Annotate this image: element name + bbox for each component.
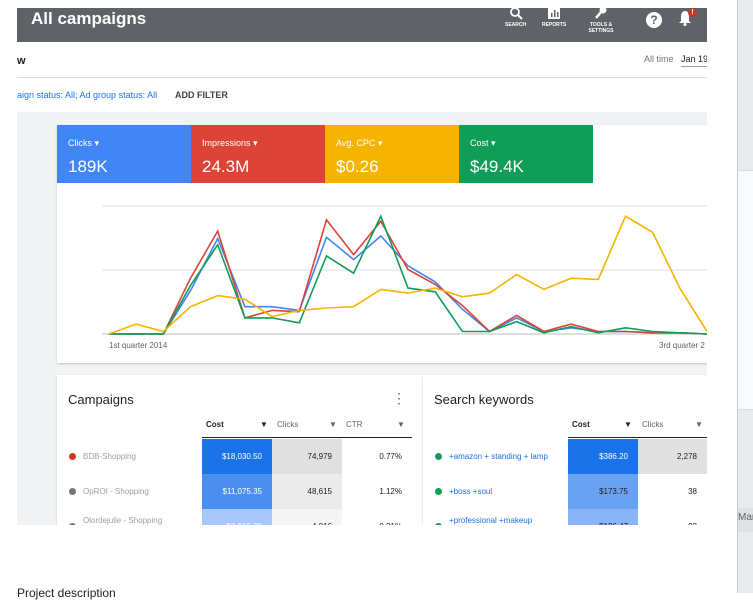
status-enabled-icon	[435, 488, 442, 495]
series-line-0	[109, 234, 707, 335]
table-row[interactable]: +boss +soul $173.75 38	[423, 474, 707, 509]
sort-arrow-icon[interactable]: ▼	[260, 420, 268, 429]
clicks-cell: 38	[688, 487, 697, 496]
campaign-name[interactable]: Olordejulie - Shopping	[83, 509, 162, 525]
keyword-text[interactable]: +amazon + standing + lamp	[449, 439, 559, 474]
clicks-cell: 74,979	[272, 439, 342, 474]
column-cost-label: Cost	[206, 420, 224, 429]
campaigns-title: Campaigns	[68, 392, 134, 407]
reports-icon	[548, 7, 561, 19]
cost-cell: $386.20	[568, 439, 638, 474]
column-cost-label: Cost	[572, 420, 590, 429]
date-range-picker[interactable]: Jan 19	[681, 54, 707, 67]
column-ctr-header[interactable]: CTR	[346, 420, 362, 429]
campaigns-card: Campaigns ⋮ Cost ▼ Clicks ▼ CTR ▼ BDB-Sh…	[57, 375, 427, 525]
sort-arrow-icon[interactable]: ▼	[624, 420, 632, 429]
status-enabled-icon	[435, 523, 442, 525]
status-icon	[69, 488, 76, 495]
project-description-heading: Project description	[17, 586, 116, 600]
status-paused-icon	[69, 453, 76, 460]
cost-cell: $173.75	[568, 474, 638, 509]
column-clicks-header[interactable]: Clicks	[642, 420, 663, 429]
ctr-cell: 0.31%	[342, 509, 412, 525]
table-row[interactable]: BDB-Shopping $18,030.50 74,979 0.77%	[57, 439, 427, 474]
wrench-icon	[595, 6, 607, 19]
search-label: SEARCH	[505, 22, 527, 28]
add-filter-button[interactable]: ADD FILTER	[175, 90, 228, 100]
sort-arrow-icon[interactable]: ▼	[397, 420, 405, 429]
sub-header: w All time Jan 19	[17, 42, 707, 78]
screenshot-frame: All campaigns SEARCH REPORTS TOOLS & SET…	[17, 0, 707, 525]
column-clicks-header[interactable]: Clicks	[277, 420, 298, 429]
page-title: All campaigns	[31, 9, 147, 28]
table-row[interactable]: +amazon + standing + lamp $386.20 2,278	[423, 439, 707, 474]
x-axis-start-label: 1st quarter 2014	[109, 341, 168, 350]
campaign-name[interactable]: OpROI - Shopping	[83, 474, 149, 509]
side-panel: Mar	[737, 0, 753, 593]
search-button[interactable]: SEARCH	[505, 6, 526, 28]
reports-label: REPORTS	[542, 22, 567, 28]
search-keywords-card: Search keywords Cost ▼ Clicks ▼ +amazon …	[423, 375, 707, 525]
side-panel-content	[738, 170, 753, 410]
notification-badge: !	[688, 8, 697, 17]
help-icon[interactable]: ?	[646, 12, 662, 28]
reports-button[interactable]: REPORTS	[542, 6, 566, 28]
cost-cell: $18,030.50	[202, 439, 272, 474]
top-app-bar: All campaigns SEARCH REPORTS TOOLS & SET…	[17, 0, 707, 42]
campaign-name[interactable]: BDB-Shopping	[83, 439, 136, 474]
keyword-text[interactable]: +boss +soul	[449, 474, 492, 509]
active-filters[interactable]: aign status: All; Ad group status: All	[17, 90, 157, 100]
keywords-title: Search keywords	[434, 392, 534, 407]
ctr-cell: 0.77%	[379, 452, 402, 461]
search-icon	[509, 7, 523, 20]
x-axis-end-label: 3rd quarter 2	[659, 341, 705, 350]
cost-cell: $2,919.30	[202, 509, 272, 525]
header-divider	[568, 437, 707, 438]
table-row[interactable]: Olordejulie - Shopping $2,919.30 4,016 0…	[57, 509, 427, 525]
column-clicks-label: Clicks	[277, 420, 299, 429]
column-clicks-label: Clicks	[642, 420, 664, 429]
view-title: w	[17, 55, 26, 67]
status-icon	[69, 523, 76, 525]
sort-arrow-icon[interactable]: ▼	[695, 420, 703, 429]
column-cost-header[interactable]: Cost	[206, 420, 224, 429]
more-vert-icon[interactable]: ⋮	[392, 390, 406, 407]
cost-cell: $11,075.35	[202, 474, 272, 509]
clicks-cell: 48,615	[272, 474, 342, 509]
clicks-cell: 4,016	[272, 509, 342, 525]
line-chart	[102, 205, 707, 335]
table-row[interactable]: +professional +makeup $126.47 92	[423, 509, 707, 525]
table-row[interactable]: OpROI - Shopping $11,075.35 48,615 1.12%	[57, 474, 427, 509]
tools-label: TOOLS & SETTINGS	[588, 22, 614, 34]
cost-cell: $126.47	[568, 509, 638, 525]
side-tab[interactable]: Mar	[738, 508, 753, 532]
header-divider	[202, 437, 412, 438]
tools-button[interactable]: TOOLS & SETTINGS	[584, 6, 618, 34]
status-enabled-icon	[435, 453, 442, 460]
sort-arrow-icon[interactable]: ▼	[329, 420, 337, 429]
ctr-cell: 1.12%	[379, 487, 402, 496]
keyword-text[interactable]: +professional +makeup	[449, 509, 532, 525]
column-ctr-label: CTR	[346, 420, 363, 429]
column-cost-header[interactable]: Cost	[572, 420, 590, 429]
clicks-cell: 2,278	[638, 439, 707, 474]
date-range-label: All time	[644, 54, 674, 64]
performance-chart-card: Clicks ▾ 189K Impressions ▾ 24.3M Avg. C…	[57, 125, 707, 363]
filter-bar: aign status: All; Ad group status: All A…	[17, 78, 707, 112]
clicks-cell: 92	[638, 509, 707, 525]
